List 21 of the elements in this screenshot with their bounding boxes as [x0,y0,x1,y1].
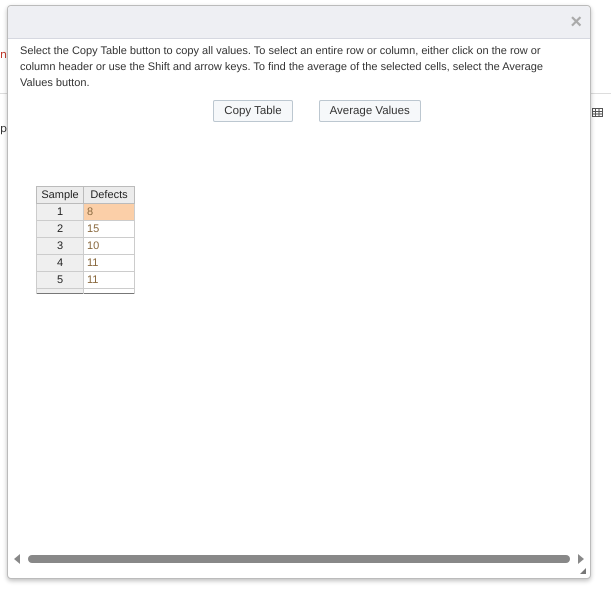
text-fragment: p [0,122,7,135]
row-header[interactable]: 3 [36,238,84,254]
average-values-button[interactable]: Average Values [318,100,421,122]
row-header[interactable]: 4 [36,254,84,272]
row-header[interactable]: 5 [36,272,84,288]
resize-grip-icon[interactable] [580,568,586,574]
table-cell[interactable]: 15 [84,220,134,238]
copy-table-button[interactable]: Copy Table [213,100,293,122]
table-cell[interactable]: 10 [84,238,134,254]
column-header[interactable]: Sample [36,186,84,204]
row-header[interactable]: 1 [36,204,84,220]
table-icon[interactable] [592,108,603,117]
scrollbar-thumb[interactable] [28,555,570,563]
scroll-left-icon[interactable] [14,554,20,564]
column-header[interactable]: Defects [84,186,134,204]
table-cell[interactable]: 11 [84,254,134,272]
instructions-text: Select the Copy Table button to copy all values. To select an entire row or column, either click on the row or column header or use the Shift and arrow keys. To find the average of the selected cells, select the Average Values button. [20,44,544,91]
table-cell[interactable]: 11 [84,272,134,288]
row-header[interactable]: 2 [36,220,84,238]
text-fragment: n [0,48,7,61]
scroll-right-icon[interactable] [578,554,584,564]
